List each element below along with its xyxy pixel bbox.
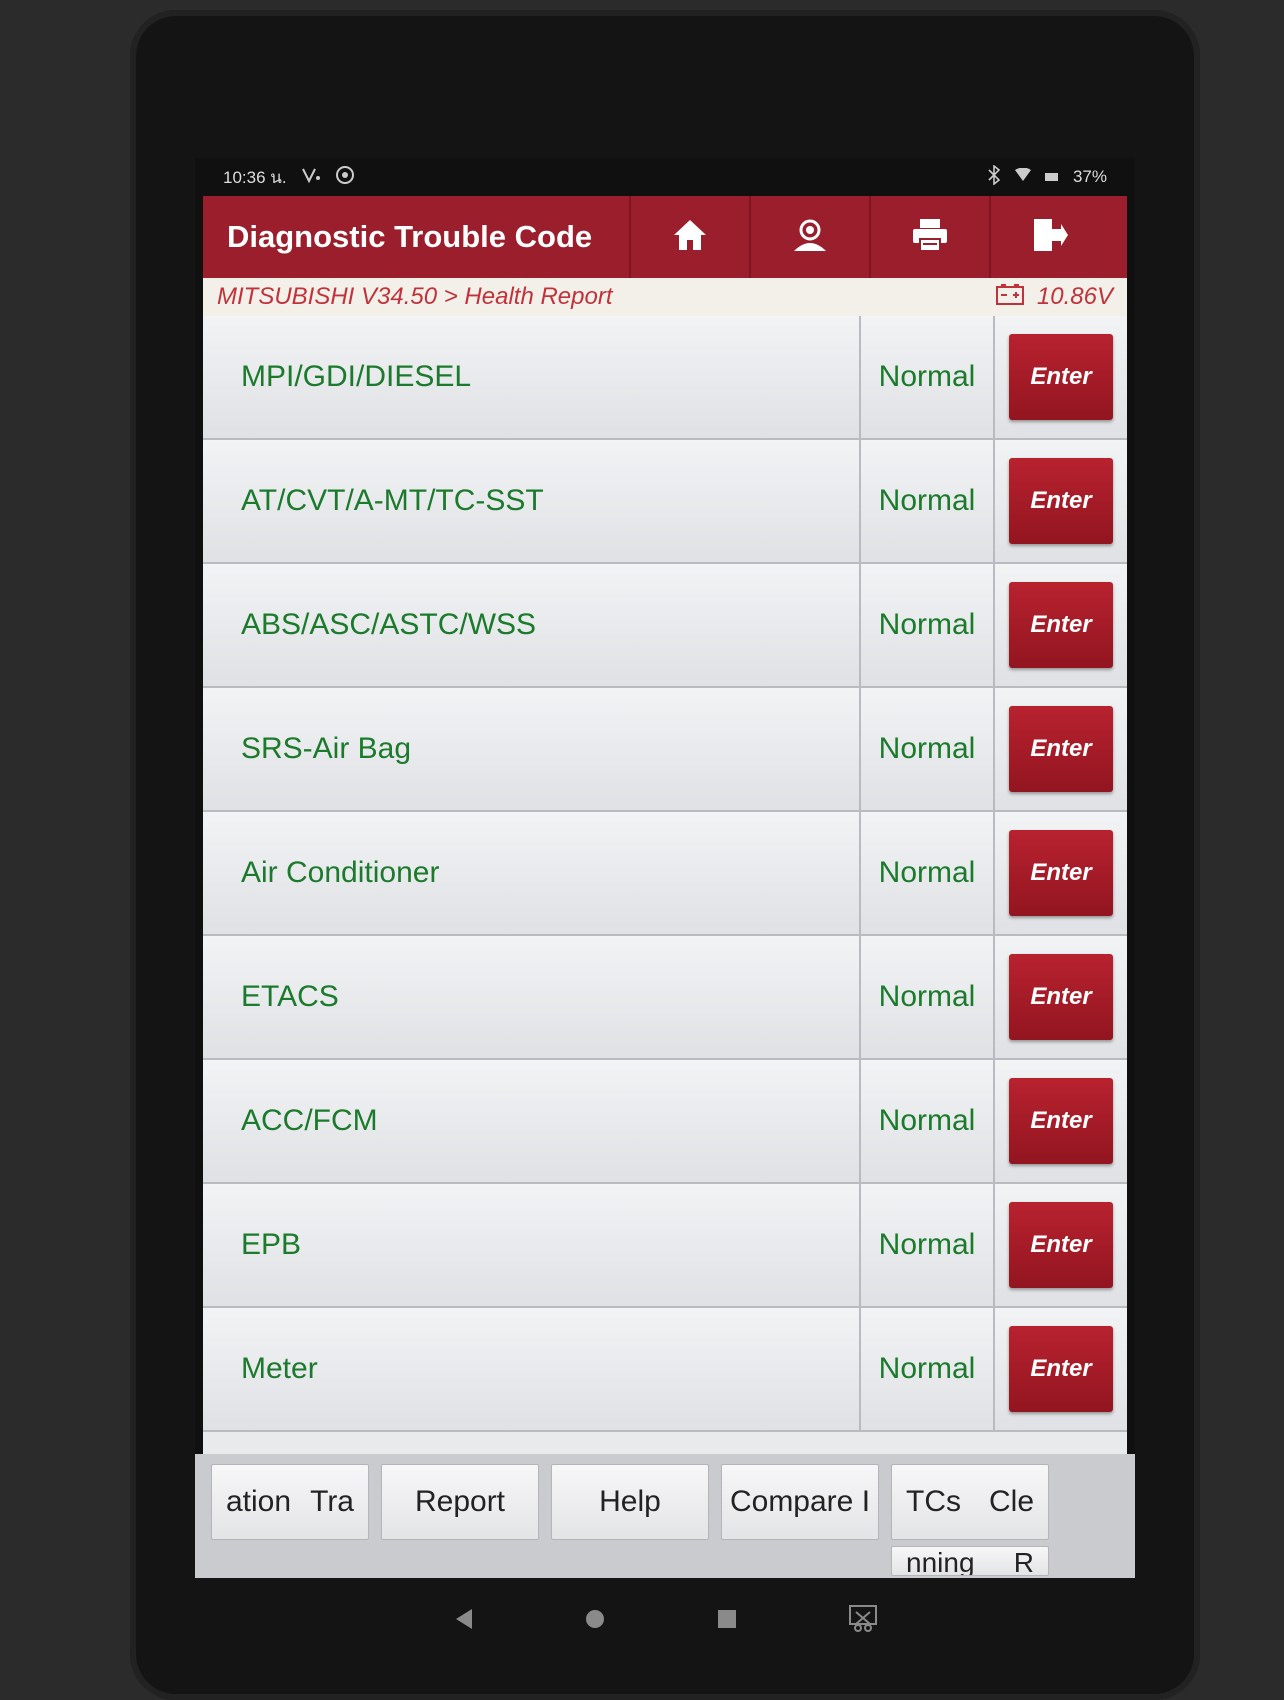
exit-icon	[1031, 217, 1069, 258]
information-button[interactable]: ation Tra	[211, 1464, 369, 1540]
exit-button[interactable]	[989, 196, 1109, 278]
system-navigation-bar	[195, 1586, 1135, 1656]
system-name: ACC/FCM	[203, 1060, 861, 1182]
enter-button[interactable]: Enter	[1009, 1078, 1113, 1164]
system-status: Normal	[861, 1184, 995, 1306]
home-button[interactable]	[629, 196, 749, 278]
recents-icon[interactable]	[716, 1608, 738, 1635]
system-name: ABS/ASC/ASTC/WSS	[203, 564, 861, 686]
print-icon	[911, 217, 949, 258]
button-label: TCs	[906, 1485, 961, 1518]
list-item: MPI/GDI/DIESEL Normal Enter	[203, 316, 1127, 440]
compare-button[interactable]: Compare I	[721, 1464, 879, 1540]
list-item: ACC/FCM Normal Enter	[203, 1060, 1127, 1184]
help-button[interactable]: Help	[551, 1464, 709, 1540]
system-name: AT/CVT/A-MT/TC-SST	[203, 440, 861, 562]
button-label: nning	[906, 1547, 975, 1576]
breadcrumb: MITSUBISHI V34.50 > Health Report 10.86V	[203, 278, 1127, 316]
system-status: Normal	[861, 316, 995, 438]
clear-dtcs-button[interactable]: TCs Cle	[891, 1464, 1049, 1540]
running-button[interactable]: nning R	[891, 1546, 1049, 1576]
button-label: Cle	[988, 1485, 1034, 1518]
home-icon	[672, 218, 708, 257]
enter-button[interactable]: Enter	[1009, 1326, 1113, 1412]
enter-button[interactable]: Enter	[1009, 706, 1113, 792]
enter-button[interactable]: Enter	[1009, 582, 1113, 668]
status-bar: 10:36 น. 37%	[195, 158, 1135, 196]
print-button[interactable]	[869, 196, 989, 278]
enter-button[interactable]: Enter	[1009, 830, 1113, 916]
system-name: SRS-Air Bag	[203, 688, 861, 810]
page-title: Diagnostic Trouble Code	[227, 219, 593, 254]
wifi-icon	[1014, 167, 1031, 187]
system-list[interactable]: MPI/GDI/DIESEL Normal Enter AT/CVT/A-MT/…	[203, 316, 1127, 1454]
profile-button[interactable]	[749, 196, 869, 278]
screen: 10:36 น. 37% Diagnostic Trouble Code MIT…	[195, 158, 1135, 1578]
voltage-indicator: 10.86V	[995, 282, 1113, 313]
enter-button[interactable]: Enter	[1009, 458, 1113, 544]
enter-button[interactable]: Enter	[1009, 954, 1113, 1040]
button-label: Tra	[310, 1485, 354, 1518]
battery-icon	[1044, 167, 1059, 187]
system-status: Normal	[861, 688, 995, 810]
home-nav-icon[interactable]	[584, 1608, 606, 1635]
system-name: ETACS	[203, 936, 861, 1058]
car-battery-icon	[995, 282, 1025, 313]
system-status: Normal	[861, 440, 995, 562]
list-item: EPB Normal Enter	[203, 1184, 1127, 1308]
system-status: Normal	[861, 1060, 995, 1182]
status-time: 10:36 น.	[223, 167, 287, 187]
settings-status-icon	[335, 165, 355, 190]
system-name: MPI/GDI/DIESEL	[203, 316, 861, 438]
button-label: ation	[226, 1485, 292, 1518]
system-status: Normal	[861, 812, 995, 934]
list-item: SRS-Air Bag Normal Enter	[203, 688, 1127, 812]
usb-icon	[301, 166, 321, 189]
enter-button[interactable]: Enter	[1009, 334, 1113, 420]
enter-button[interactable]: Enter	[1009, 1202, 1113, 1288]
list-item: AT/CVT/A-MT/TC-SST Normal Enter	[203, 440, 1127, 564]
button-label: R	[1013, 1547, 1034, 1576]
back-icon[interactable]	[452, 1607, 474, 1636]
app-header: Diagnostic Trouble Code	[203, 196, 1127, 278]
bottom-toolbar: ation Tra Report Help Compare I TCs Cle …	[195, 1454, 1135, 1578]
breadcrumb-path: MITSUBISHI V34.50 > Health Report	[217, 283, 613, 310]
list-item: ETACS Normal Enter	[203, 936, 1127, 1060]
system-status: Normal	[861, 564, 995, 686]
list-item: Meter Normal Enter	[203, 1308, 1127, 1432]
system-name: Air Conditioner	[203, 812, 861, 934]
battery-level: 37%	[1072, 167, 1107, 186]
bluetooth-icon	[987, 163, 1001, 190]
screenshot-icon[interactable]	[848, 1604, 878, 1639]
profile-icon	[791, 217, 829, 258]
system-status: Normal	[861, 1308, 995, 1430]
system-status: Normal	[861, 936, 995, 1058]
list-item: ABS/ASC/ASTC/WSS Normal Enter	[203, 564, 1127, 688]
voltage-value: 10.86V	[1036, 283, 1113, 310]
report-button[interactable]: Report	[381, 1464, 539, 1540]
system-name: Meter	[203, 1308, 861, 1430]
list-item: Air Conditioner Normal Enter	[203, 812, 1127, 936]
system-name: EPB	[203, 1184, 861, 1306]
